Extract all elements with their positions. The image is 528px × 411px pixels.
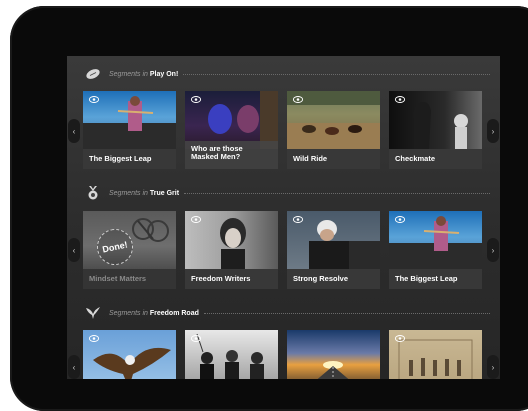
row-1-prev-button[interactable]: ‹ — [68, 119, 80, 143]
segment-card[interactable] — [83, 330, 176, 379]
segment-title: Strong Resolve — [287, 269, 380, 289]
section-label: Segments in Freedom Road — [109, 309, 199, 317]
eye-icon — [89, 96, 99, 103]
segment-card[interactable] — [287, 330, 380, 379]
divider — [183, 73, 490, 75]
app-screen: Segments in Play On! ‹ The Biggest Leap … — [67, 56, 500, 379]
segment-card[interactable]: Checkmate — [389, 91, 482, 169]
segment-title: The Biggest Leap — [389, 269, 482, 289]
section-label: Segments in Play On! — [109, 70, 179, 78]
segment-card[interactable]: The Biggest Leap — [83, 91, 176, 169]
segment-card[interactable]: Freedom Writers — [185, 211, 278, 289]
section-header-freedom-road: Segments in Freedom Road — [85, 306, 490, 320]
segment-title: Who are those Masked Men? — [185, 141, 278, 169]
tablet-frame: Segments in Play On! ‹ The Biggest Leap … — [10, 6, 528, 411]
segment-card[interactable] — [185, 330, 278, 379]
segment-card[interactable]: The Biggest Leap — [389, 211, 482, 289]
segment-title: Checkmate — [389, 149, 482, 169]
segment-card[interactable]: Strong Resolve — [287, 211, 380, 289]
segment-card[interactable]: Done! Mindset Matters — [83, 211, 176, 289]
row-3-prev-button[interactable]: ‹ — [68, 355, 80, 379]
row-2-next-button[interactable]: › — [487, 238, 499, 262]
eye-icon — [395, 96, 405, 103]
segment-row-true-grit: Done! Mindset Matters Freedom Writers St… — [83, 211, 486, 289]
thumbnail — [287, 330, 380, 379]
eye-icon — [395, 216, 405, 223]
section-header-true-grit: Segments in True Grit — [85, 186, 490, 200]
segment-title: Mindset Matters — [83, 269, 176, 289]
row-1-next-button[interactable]: › — [487, 119, 499, 143]
section-header-play-on: Segments in Play On! — [85, 67, 490, 81]
eye-icon — [191, 216, 201, 223]
segment-title: Freedom Writers — [185, 269, 278, 289]
segment-card[interactable]: Wild Ride — [287, 91, 380, 169]
eye-icon — [191, 335, 201, 342]
segment-title: The Biggest Leap — [83, 149, 176, 169]
eye-icon — [293, 96, 303, 103]
divider — [203, 312, 490, 314]
segment-row-freedom-road — [83, 330, 486, 379]
football-icon — [85, 67, 101, 81]
row-2-prev-button[interactable]: ‹ — [68, 238, 80, 262]
medal-icon — [85, 186, 101, 200]
segment-title: Wild Ride — [287, 149, 380, 169]
divider — [184, 192, 490, 194]
bird-icon — [85, 306, 101, 320]
eye-icon — [293, 216, 303, 223]
segment-row-play-on: The Biggest Leap Who are those Masked Me… — [83, 91, 486, 169]
eye-icon — [89, 335, 99, 342]
segment-card[interactable]: Who are those Masked Men? — [185, 91, 278, 169]
eye-icon — [191, 96, 201, 103]
segment-card[interactable] — [389, 330, 482, 379]
eye-icon — [395, 335, 405, 342]
section-label: Segments in True Grit — [109, 189, 180, 197]
row-3-next-button[interactable]: › — [487, 355, 499, 379]
